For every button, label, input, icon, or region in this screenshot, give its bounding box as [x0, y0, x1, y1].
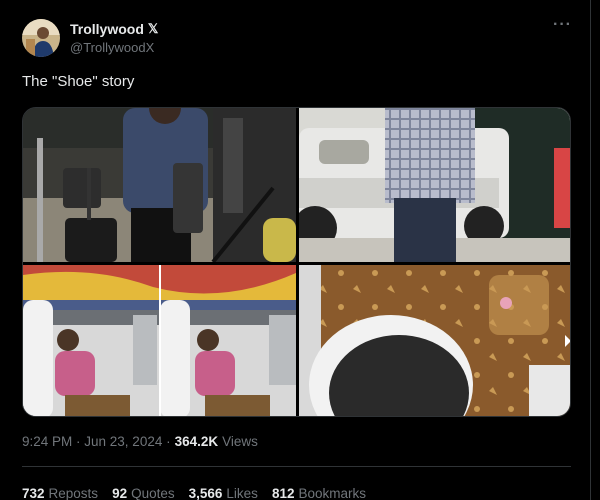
stat-label: Likes	[226, 486, 258, 500]
engagement-stats: 732 Reposts 92 Quotes 3,566 Likes 812 Bo…	[22, 486, 366, 500]
author-display-name[interactable]: Trollywood	[70, 21, 144, 37]
x-badge-icon: 𝕏	[147, 21, 159, 36]
media-photo-airport[interactable]	[23, 108, 296, 262]
stat-count: 812	[271, 486, 295, 500]
tweet-card[interactable]: Trollywood 𝕏 @TrollywoodX ··· The "Shoe"…	[0, 0, 600, 500]
stat-reposts[interactable]: 732 Reposts	[22, 486, 98, 500]
tweet-header: Trollywood 𝕏 @TrollywoodX	[22, 18, 158, 58]
stat-count: 3,566	[188, 486, 223, 500]
divider	[22, 466, 571, 467]
stat-count: 732	[22, 486, 45, 500]
views-count: 364.2K	[174, 434, 219, 449]
avatar[interactable]	[22, 19, 60, 57]
tweet-timestamp[interactable]: 9:24 PM · Jun 23, 2024 ·	[22, 434, 171, 449]
stat-quotes[interactable]: 92 Quotes	[112, 486, 175, 500]
column-border	[590, 0, 591, 500]
stat-label: Quotes	[131, 486, 175, 500]
media-photo-seated[interactable]	[23, 265, 296, 416]
author-names: Trollywood 𝕏 @TrollywoodX	[70, 21, 158, 55]
stat-bookmarks[interactable]: 812 Bookmarks	[272, 486, 366, 500]
stat-likes[interactable]: 3,566 Likes	[189, 486, 258, 500]
tweet-text: The "Shoe" story	[22, 73, 135, 90]
media-photo-car[interactable]	[299, 108, 570, 262]
author-handle[interactable]: @TrollywoodX	[70, 40, 158, 55]
tweet-metadata: 9:24 PM · Jun 23, 2024 · 364.2K Views	[22, 434, 258, 449]
media-photo-shoe[interactable]	[299, 265, 570, 416]
views-label: Views	[222, 434, 258, 449]
media-grid	[22, 107, 571, 417]
stat-label: Bookmarks	[298, 486, 366, 500]
stat-label: Reposts	[48, 486, 99, 500]
more-horizontal-icon[interactable]: ···	[553, 16, 572, 34]
stat-count: 92	[112, 486, 128, 500]
